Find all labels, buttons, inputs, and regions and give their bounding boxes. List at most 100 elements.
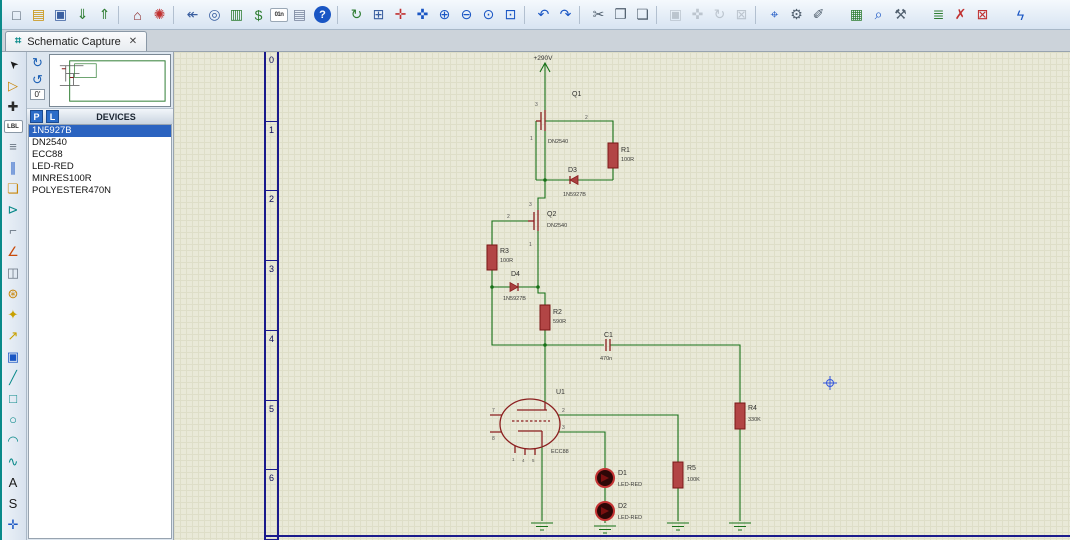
sheet-list-icon[interactable]: ≣ xyxy=(928,4,949,25)
terminal-mode-icon[interactable]: ⊳ xyxy=(2,199,25,220)
component-u1[interactable]: U1 ECC88 7 8 2 3 1 4 5 xyxy=(490,389,569,463)
exclude-icon[interactable]: ⊠ xyxy=(972,4,993,25)
u1-pin7-label: 7 xyxy=(492,408,495,414)
generator-mode-icon[interactable]: ⊛ xyxy=(2,283,25,304)
u1-pin2-label: 2 xyxy=(562,408,565,414)
device-item[interactable]: POLYESTER470N xyxy=(29,185,171,197)
subcircuit-mode-icon[interactable]: ❏ xyxy=(2,178,25,199)
text-script-mode-icon[interactable]: ≡ xyxy=(2,136,25,157)
device-item[interactable]: DN2540 xyxy=(29,137,171,149)
device-pin-mode-icon[interactable]: ⌐ xyxy=(2,220,25,241)
component-d2[interactable]: D2 LED-RED xyxy=(595,501,642,521)
2d-path-mode-icon[interactable]: ∿ xyxy=(2,451,25,472)
pick-parts-icon[interactable]: ⌖ xyxy=(764,4,785,25)
component-c1[interactable]: C1 470n xyxy=(600,332,613,362)
virtual-instrument-mode-icon[interactable]: ▣ xyxy=(2,346,25,367)
component-r4[interactable]: R4 330K xyxy=(734,402,761,430)
2d-text-mode-icon[interactable]: A xyxy=(2,472,25,493)
rotate-cw-button[interactable]: ↻ xyxy=(29,55,46,71)
units-icon[interactable]: 01n xyxy=(270,7,288,22)
component-r5[interactable]: R5 100K xyxy=(672,461,700,489)
board-view-icon[interactable]: ⌂ xyxy=(127,4,148,25)
cost-report-icon[interactable]: $ xyxy=(248,4,269,25)
schematic-canvas[interactable]: +290V Q1 DN2540 3 2 1 R1 100R D3 1N5927B… xyxy=(174,52,1070,540)
device-item[interactable]: MINRES100R xyxy=(29,173,171,185)
block-delete-icon[interactable]: ⊠ xyxy=(731,4,752,25)
property-assignment-icon[interactable]: ✐ xyxy=(808,4,829,25)
help-icon[interactable]: ? xyxy=(314,6,331,23)
bus-mode-icon[interactable]: ∥ xyxy=(2,157,25,178)
junction-dot-mode-icon[interactable]: ✚ xyxy=(2,96,25,117)
block-copy-icon[interactable]: ▣ xyxy=(665,4,686,25)
block-move-icon[interactable]: ✜ xyxy=(687,4,708,25)
2d-marker-mode-icon[interactable]: ✛ xyxy=(2,514,25,535)
remove-sheet-icon[interactable]: ✗ xyxy=(950,4,971,25)
voltage-probe-mode-icon[interactable]: ✦ xyxy=(2,304,25,325)
overview-minimap[interactable] xyxy=(49,54,171,107)
rotate-ccw-button[interactable]: ↺ xyxy=(29,72,46,88)
component-r3[interactable]: R3 100R xyxy=(486,244,513,271)
library-manager-button[interactable]: L xyxy=(46,110,59,123)
device-item[interactable]: ECC88 xyxy=(29,149,171,161)
pan-icon[interactable]: ✜ xyxy=(412,4,433,25)
rotation-angle-display[interactable]: 0' xyxy=(30,89,45,100)
block-rotate-icon[interactable]: ↻ xyxy=(709,4,730,25)
pick-devices-button[interactable]: P xyxy=(30,110,43,123)
u1-pin1-label: 1 xyxy=(512,457,515,462)
search-icon[interactable]: ⌕ xyxy=(868,4,889,25)
mark-output-icon[interactable]: ✺ xyxy=(149,4,170,25)
new-file-icon[interactable]: □ xyxy=(6,4,27,25)
2d-line-mode-icon[interactable]: ╱ xyxy=(2,367,25,388)
wires[interactable] xyxy=(490,120,741,523)
paste-icon[interactable]: ❏ xyxy=(632,4,653,25)
graph-mode-icon[interactable]: ∠ xyxy=(2,241,25,262)
zoom-area-icon[interactable]: ⊡ xyxy=(500,4,521,25)
component-r2[interactable]: R2 590R xyxy=(539,304,566,331)
2d-box-mode-icon[interactable]: □ xyxy=(2,388,25,409)
undo-icon[interactable]: ↶ xyxy=(533,4,554,25)
electrical-rules-icon[interactable]: ϟ xyxy=(1010,4,1031,25)
cut-icon[interactable]: ✂ xyxy=(588,4,609,25)
component-q2[interactable]: Q2 DN2540 3 2 1 xyxy=(507,202,567,248)
q1-pin2-label: 2 xyxy=(585,115,588,121)
redraw-icon[interactable]: ↻ xyxy=(346,4,367,25)
copy-icon[interactable]: ❐ xyxy=(610,4,631,25)
component-q1[interactable]: Q1 DN2540 3 2 1 xyxy=(530,91,588,145)
device-item[interactable]: 1N5927B xyxy=(29,125,171,137)
tab-schematic-capture[interactable]: ⌗ Schematic Capture ✕ xyxy=(5,31,148,51)
tab-close-icon[interactable]: ✕ xyxy=(129,36,137,47)
open-folder-icon[interactable]: ▤ xyxy=(28,4,49,25)
find-part-icon[interactable]: ◎ xyxy=(204,4,225,25)
current-probe-mode-icon[interactable]: ↗ xyxy=(2,325,25,346)
import-section-icon[interactable]: ⇓ xyxy=(72,4,93,25)
q1-ref-label: Q1 xyxy=(572,91,581,98)
main-toolbar: □ ▤ ▣ ⇓ ⇑ ⌂ ✺ ↞ ◎ ▥ $01n ▤? ↻ ⊞ ✛ ✜ ⊕ ⊖ ⊙ ⊡ ↶ ↷ ✂ ❐ ❏ ▣ ✜ ↻ ⊠ ⌖ ⚙ ✐ ▦ ⌕ ⚒ ≣… xyxy=(0,0,1070,30)
2d-symbol-mode-icon[interactable]: S xyxy=(2,493,25,514)
tape-recorder-mode-icon[interactable]: ◫ xyxy=(2,262,25,283)
device-item[interactable]: LED-RED xyxy=(29,161,171,173)
redo-icon[interactable]: ↷ xyxy=(555,4,576,25)
zoom-all-icon[interactable]: ⊙ xyxy=(478,4,499,25)
schematic-area[interactable]: 0123456 +290V Q1 DN2540 3 2 1 R1 100R D3… xyxy=(174,52,1070,540)
origin-icon[interactable]: ✛ xyxy=(390,4,411,25)
zoom-out-icon[interactable]: ⊖ xyxy=(456,4,477,25)
design-notes-icon[interactable]: ▤ xyxy=(289,4,310,25)
configure-icon[interactable]: ⚙ xyxy=(786,4,807,25)
bom-icon[interactable]: ▥ xyxy=(226,4,247,25)
u1-ref-label: U1 xyxy=(556,389,565,396)
2d-circle-mode-icon[interactable]: ○ xyxy=(2,409,25,430)
zoom-in-icon[interactable]: ⊕ xyxy=(434,4,455,25)
ground-terminals[interactable] xyxy=(531,522,751,534)
grid-toggle-icon[interactable]: ⊞ xyxy=(368,4,389,25)
netlist-icon[interactable]: ▦ xyxy=(846,4,867,25)
component-r1[interactable]: R1 100R xyxy=(607,142,634,169)
2d-arc-mode-icon[interactable]: ◠ xyxy=(2,430,25,451)
undo-list-icon[interactable]: ↞ xyxy=(182,4,203,25)
component-d3[interactable]: D3 1N5927B xyxy=(563,167,586,198)
tab-bar: ⌗ Schematic Capture ✕ xyxy=(0,30,1070,52)
wire-label-mode-icon[interactable]: LBL xyxy=(3,120,23,133)
component-d1[interactable]: D1 LED-RED xyxy=(595,468,642,488)
save-icon[interactable]: ▣ xyxy=(50,4,71,25)
export-section-icon[interactable]: ⇑ xyxy=(94,4,115,25)
design-tools-icon[interactable]: ⚒ xyxy=(890,4,911,25)
